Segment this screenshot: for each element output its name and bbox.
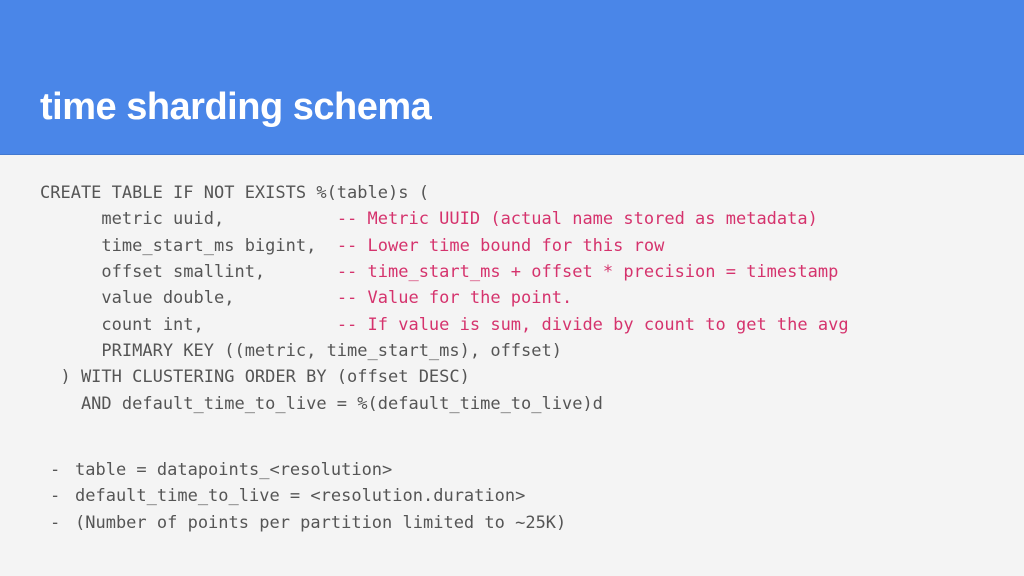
list-item: - default_time_to_live = <resolution.dur… xyxy=(40,483,984,509)
slide-body: CREATE TABLE IF NOT EXISTS %(table)s ( m… xyxy=(0,155,1024,536)
bullet-dash: - xyxy=(40,457,75,483)
sql-comment: -- If value is sum, divide by count to g… xyxy=(337,315,849,335)
code-line: AND default_time_to_live = %(default_tim… xyxy=(40,394,603,414)
bullet-text: (Number of points per partition limited … xyxy=(75,510,566,536)
code-line: count int, xyxy=(40,315,337,335)
bullet-list: - table = datapoints_<resolution> - defa… xyxy=(40,457,984,536)
bullet-text: table = datapoints_<resolution> xyxy=(75,457,392,483)
code-line: ) WITH CLUSTERING ORDER BY (offset DESC) xyxy=(40,367,470,387)
bullet-dash: - xyxy=(40,510,75,536)
slide-header: time sharding schema xyxy=(0,0,1024,155)
sql-code-block: CREATE TABLE IF NOT EXISTS %(table)s ( m… xyxy=(40,180,984,417)
bullet-dash: - xyxy=(40,483,75,509)
slide-title: time sharding schema xyxy=(40,86,431,129)
sql-comment: -- Lower time bound for this row xyxy=(337,236,665,256)
code-line: offset smallint, xyxy=(40,262,337,282)
code-line: value double, xyxy=(40,288,337,308)
list-item: - table = datapoints_<resolution> xyxy=(40,457,984,483)
sql-comment: -- Metric UUID (actual name stored as me… xyxy=(337,209,818,229)
code-line: metric uuid, xyxy=(40,209,337,229)
code-line: time_start_ms bigint, xyxy=(40,236,337,256)
code-line: PRIMARY KEY ((metric, time_start_ms), of… xyxy=(40,341,562,361)
list-item: - (Number of points per partition limite… xyxy=(40,510,984,536)
sql-comment: -- time_start_ms + offset * precision = … xyxy=(337,262,839,282)
sql-comment: -- Value for the point. xyxy=(337,288,572,308)
code-line: CREATE TABLE IF NOT EXISTS %(table)s ( xyxy=(40,183,429,203)
bullet-text: default_time_to_live = <resolution.durat… xyxy=(75,483,525,509)
